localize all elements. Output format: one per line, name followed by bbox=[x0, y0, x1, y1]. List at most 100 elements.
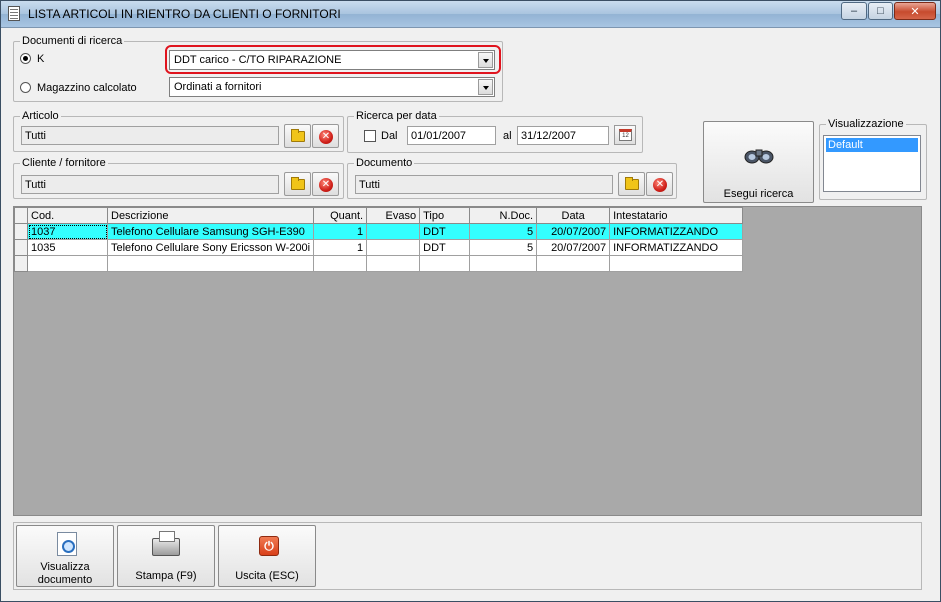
table-cell[interactable]: INFORMATIZZANDO bbox=[609, 223, 744, 240]
close-button[interactable]: ✕ bbox=[894, 2, 936, 20]
table-cell[interactable]: 1 bbox=[313, 239, 368, 256]
row-indicator bbox=[14, 207, 28, 224]
articolo-browse-button[interactable] bbox=[284, 124, 311, 148]
table-row-new[interactable] bbox=[14, 255, 744, 272]
table-row[interactable]: 1035 Telefono Cellulare Sony Ericsson W-… bbox=[14, 239, 744, 256]
table-cell[interactable] bbox=[106, 255, 315, 272]
bottom-toolbar: Visualizza documento Stampa (F9) ⏻ Uscit… bbox=[13, 522, 922, 590]
table-cell[interactable] bbox=[609, 255, 744, 272]
uscita-button[interactable]: ⏻ Uscita (ESC) bbox=[218, 525, 316, 587]
documento-group-title: Documento bbox=[354, 157, 415, 169]
al-date-input[interactable]: 31/12/2007 bbox=[517, 126, 609, 145]
table-cell[interactable]: 1 bbox=[313, 223, 368, 240]
column-header[interactable]: N.Doc. bbox=[469, 207, 538, 224]
minimize-button[interactable]: – bbox=[841, 2, 867, 20]
printer-icon bbox=[152, 531, 180, 556]
radio-magazzino[interactable] bbox=[20, 82, 31, 93]
stampa-label: Stampa (F9) bbox=[135, 570, 197, 582]
row-indicator[interactable] bbox=[14, 223, 28, 240]
articolo-field[interactable]: Tutti bbox=[21, 126, 279, 145]
dal-label: Dal bbox=[381, 130, 398, 142]
binoculars-icon bbox=[744, 149, 774, 164]
results-grid-area: Cod. Descrizione Quant. Evaso Tipo N.Doc… bbox=[13, 206, 922, 516]
visualizzazione-selected-item[interactable]: Default bbox=[826, 138, 918, 152]
table-cell[interactable]: 5 bbox=[469, 223, 538, 240]
calendar-button[interactable]: 12 bbox=[614, 125, 636, 145]
cliente-browse-button[interactable] bbox=[284, 172, 311, 196]
ricerca-data-group-title: Ricerca per data bbox=[354, 110, 439, 122]
ricerca-data-group: Ricerca per data Dal 01/01/2007 al 31/12… bbox=[347, 110, 643, 153]
table-cell[interactable] bbox=[536, 255, 611, 272]
uscita-label: Uscita (ESC) bbox=[235, 570, 299, 582]
table-cell[interactable]: 20/07/2007 bbox=[536, 239, 611, 256]
calendar-icon: 12 bbox=[619, 129, 632, 141]
stampa-button[interactable]: Stampa (F9) bbox=[117, 525, 215, 587]
delete-icon: ✕ bbox=[319, 178, 333, 192]
table-cell[interactable]: 1035 bbox=[27, 239, 108, 256]
table-cell[interactable]: 1037 bbox=[27, 223, 108, 240]
magazzino-value: Ordinati a fornitori bbox=[174, 81, 262, 93]
table-cell[interactable] bbox=[366, 223, 421, 240]
chevron-down-icon[interactable] bbox=[478, 79, 493, 95]
title-bar[interactable]: LISTA ARTICOLI IN RIENTRO DA CLIENTI O F… bbox=[1, 1, 940, 28]
table-cell[interactable]: Telefono Cellulare Samsung SGH-E390 bbox=[106, 223, 315, 240]
esegui-ricerca-button[interactable]: Esegui ricerca bbox=[703, 121, 814, 203]
window-client-area: Documenti di ricerca K Magazzino calcola… bbox=[7, 28, 936, 597]
document-icon bbox=[8, 6, 20, 21]
grid-header-row: Cod. Descrizione Quant. Evaso Tipo N.Doc… bbox=[14, 207, 744, 224]
radio-magazzino-label: Magazzino calcolato bbox=[37, 82, 137, 94]
highlight-annotation bbox=[165, 45, 501, 74]
row-indicator[interactable] bbox=[14, 239, 28, 256]
power-icon: ⏻ bbox=[259, 536, 279, 556]
table-cell[interactable]: 5 bbox=[469, 239, 538, 256]
table-cell[interactable]: INFORMATIZZANDO bbox=[609, 239, 744, 256]
table-cell[interactable]: DDT bbox=[419, 223, 471, 240]
column-header[interactable]: Descrizione bbox=[106, 207, 315, 224]
documenti-group: Documenti di ricerca K Magazzino calcola… bbox=[13, 35, 503, 102]
table-cell[interactable] bbox=[366, 255, 421, 272]
column-header[interactable]: Quant. bbox=[313, 207, 368, 224]
table-cell[interactable]: Telefono Cellulare Sony Ericsson W-200i bbox=[106, 239, 315, 256]
documento-browse-button[interactable] bbox=[618, 172, 645, 196]
row-indicator[interactable] bbox=[14, 255, 28, 272]
folder-icon bbox=[625, 177, 639, 190]
dal-date-input[interactable]: 01/01/2007 bbox=[407, 126, 496, 145]
dal-checkbox[interactable] bbox=[364, 130, 376, 142]
cliente-field[interactable]: Tutti bbox=[21, 175, 279, 194]
column-header[interactable]: Evaso bbox=[366, 207, 421, 224]
folder-icon bbox=[291, 177, 305, 190]
articolo-clear-button[interactable]: ✕ bbox=[312, 124, 339, 148]
column-header[interactable]: Cod. bbox=[27, 207, 108, 224]
visualizza-documento-label: Visualizza documento bbox=[37, 561, 93, 586]
table-row[interactable]: 1037 Telefono Cellulare Samsung SGH-E390… bbox=[14, 223, 744, 240]
table-cell[interactable]: 20/07/2007 bbox=[536, 223, 611, 240]
documento-field[interactable]: Tutti bbox=[355, 175, 613, 194]
articolo-group: Articolo Tutti ✕ bbox=[13, 110, 344, 152]
table-cell[interactable] bbox=[469, 255, 538, 272]
main-window: LISTA ARTICOLI IN RIENTRO DA CLIENTI O F… bbox=[0, 0, 941, 602]
radio-k-label: K bbox=[37, 53, 45, 65]
document-search-icon bbox=[57, 532, 77, 556]
esegui-ricerca-label: Esegui ricerca bbox=[723, 188, 794, 200]
visualizzazione-list[interactable]: Default bbox=[823, 135, 921, 192]
column-header[interactable]: Intestatario bbox=[609, 207, 744, 224]
documento-group: Documento Tutti ✕ bbox=[347, 157, 677, 199]
cliente-group-title: Cliente / fornitore bbox=[20, 157, 108, 169]
radio-k[interactable] bbox=[20, 53, 31, 64]
table-cell[interactable] bbox=[313, 255, 368, 272]
visualizzazione-group-title: Visualizzazione bbox=[826, 118, 906, 130]
magazzino-select[interactable]: Ordinati a fornitori bbox=[169, 77, 495, 97]
table-cell[interactable] bbox=[27, 255, 108, 272]
maximize-button[interactable]: □ bbox=[868, 2, 893, 20]
cliente-group: Cliente / fornitore Tutti ✕ bbox=[13, 157, 344, 199]
documento-clear-button[interactable]: ✕ bbox=[646, 172, 673, 196]
table-cell[interactable] bbox=[366, 239, 421, 256]
cliente-clear-button[interactable]: ✕ bbox=[312, 172, 339, 196]
column-header[interactable]: Tipo bbox=[419, 207, 471, 224]
visualizza-documento-button[interactable]: Visualizza documento bbox=[16, 525, 114, 587]
table-cell[interactable]: DDT bbox=[419, 239, 471, 256]
table-cell[interactable] bbox=[419, 255, 471, 272]
results-grid: Cod. Descrizione Quant. Evaso Tipo N.Doc… bbox=[14, 207, 744, 272]
column-header[interactable]: Data bbox=[536, 207, 611, 224]
al-label: al bbox=[503, 130, 512, 142]
